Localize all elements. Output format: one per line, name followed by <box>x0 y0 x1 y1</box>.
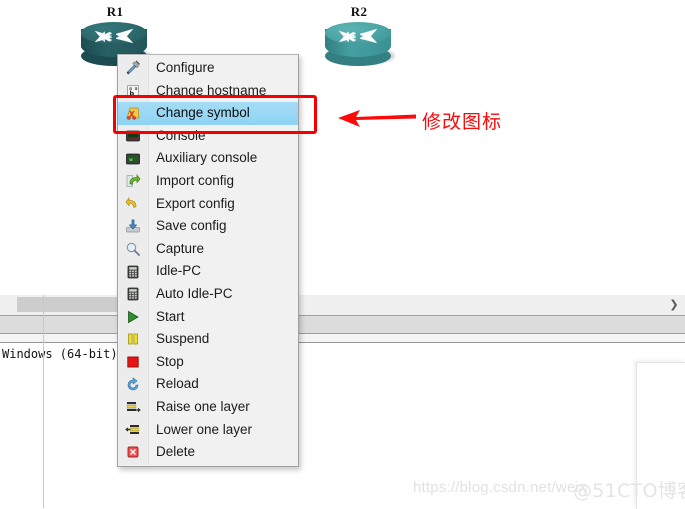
delete-x-icon <box>118 441 147 464</box>
menu-item-configure[interactable]: Configure <box>118 57 298 80</box>
menu-item-change-symbol[interactable]: Change symbol <box>118 102 298 125</box>
menu-item-console[interactable]: Console <box>118 125 298 148</box>
node-r2[interactable]: R2 <box>320 5 398 67</box>
import-arrow-icon <box>118 170 147 193</box>
menu-item-label: Export config <box>156 195 235 211</box>
terminal-icon <box>118 125 147 148</box>
node-label-r2: R2 <box>350 4 368 19</box>
menu-item-label: Save config <box>156 218 227 234</box>
horizontal-scrollbar[interactable]: ❯ <box>0 295 685 316</box>
menu-item-label: Delete <box>156 444 196 460</box>
menu-item-stop[interactable]: Stop <box>118 351 298 374</box>
menu-item-auxiliary-console[interactable]: w Auxiliary console <box>118 147 298 170</box>
magnifier-icon <box>118 238 147 261</box>
menu-item-suspend[interactable]: Suspend <box>118 328 298 351</box>
menu-item-label: Auxiliary console <box>156 150 258 166</box>
menu-item-lower-one-layer[interactable]: Lower one layer <box>118 419 298 442</box>
menu-item-label: Start <box>156 308 185 324</box>
context-menu[interactable]: Configure a b a Change hostname Change s… <box>117 54 299 467</box>
lower-layer-icon <box>118 419 147 442</box>
topology-canvas[interactable]: R1 R2 <box>0 0 685 295</box>
rename-abc-icon: a b a <box>118 80 147 103</box>
menu-item-label: Idle-PC <box>156 263 202 279</box>
menu-item-start[interactable]: Start <box>118 306 298 329</box>
menu-item-label: Lower one layer <box>156 421 253 437</box>
menu-item-label: Console <box>156 127 206 143</box>
menu-item-label: Raise one layer <box>156 398 250 414</box>
left-arrow-icon <box>338 110 416 127</box>
watermark-csdn: https://blog.csdn.net/weix <box>413 479 587 496</box>
calculator-icon <box>118 283 147 306</box>
menu-item-raise-one-layer[interactable]: Raise one layer <box>118 396 298 419</box>
menu-item-label: Configure <box>156 60 215 75</box>
svg-text:a: a <box>134 86 137 92</box>
menu-item-label: Change hostname <box>156 82 267 98</box>
calculator-icon <box>118 260 147 283</box>
chevron-right-icon: ❯ <box>669 298 679 311</box>
menu-item-auto-idle-pc[interactable]: Auto Idle-PC <box>118 283 298 306</box>
export-arrow-icon <box>118 193 147 216</box>
router-arrows-icon <box>94 28 134 44</box>
menu-item-save-config[interactable]: Save config <box>118 215 298 238</box>
watermark-51cto: @51CTO博客 <box>573 480 685 502</box>
menu-item-change-hostname[interactable]: a b a Change hostname <box>118 80 298 103</box>
menu-item-delete[interactable]: Delete <box>118 441 298 464</box>
menu-item-import-config[interactable]: Import config <box>118 170 298 193</box>
menu-item-label: Reload <box>156 376 199 392</box>
raise-layer-icon <box>118 396 147 419</box>
terminal-green-icon: w <box>118 147 147 170</box>
stop-icon <box>118 351 147 374</box>
wrench-screwdriver-icon <box>118 57 147 80</box>
menu-item-export-config[interactable]: Export config <box>118 193 298 216</box>
router-icon[interactable] <box>323 21 395 67</box>
panel-divider <box>43 295 44 508</box>
toolbar-band <box>0 316 685 334</box>
scroll-right-button[interactable]: ❯ <box>665 297 683 312</box>
menu-item-label: Stop <box>156 353 184 369</box>
menu-item-label: Change symbol <box>156 105 250 121</box>
menu-item-label: Import config <box>156 172 235 188</box>
save-disk-icon <box>118 215 147 238</box>
play-icon <box>118 306 147 329</box>
menu-item-label: Auto Idle-PC <box>156 285 233 301</box>
node-label-r1: R1 <box>106 4 124 19</box>
menu-item-reload[interactable]: Reload <box>118 373 298 396</box>
console-line: Windows (64-bit). <box>2 347 125 361</box>
reload-icon <box>118 373 147 396</box>
pause-icon <box>118 328 147 351</box>
scissors-palette-icon <box>118 102 147 125</box>
router-arrows-icon <box>338 28 378 44</box>
annotation-text: 修改图标 <box>422 111 503 133</box>
separator-band <box>0 334 685 343</box>
menu-item-label: Suspend <box>156 331 210 347</box>
menu-item-label: Capture <box>156 240 205 256</box>
menu-item-idle-pc[interactable]: Idle-PC <box>118 260 298 283</box>
menu-item-capture[interactable]: Capture <box>118 238 298 261</box>
